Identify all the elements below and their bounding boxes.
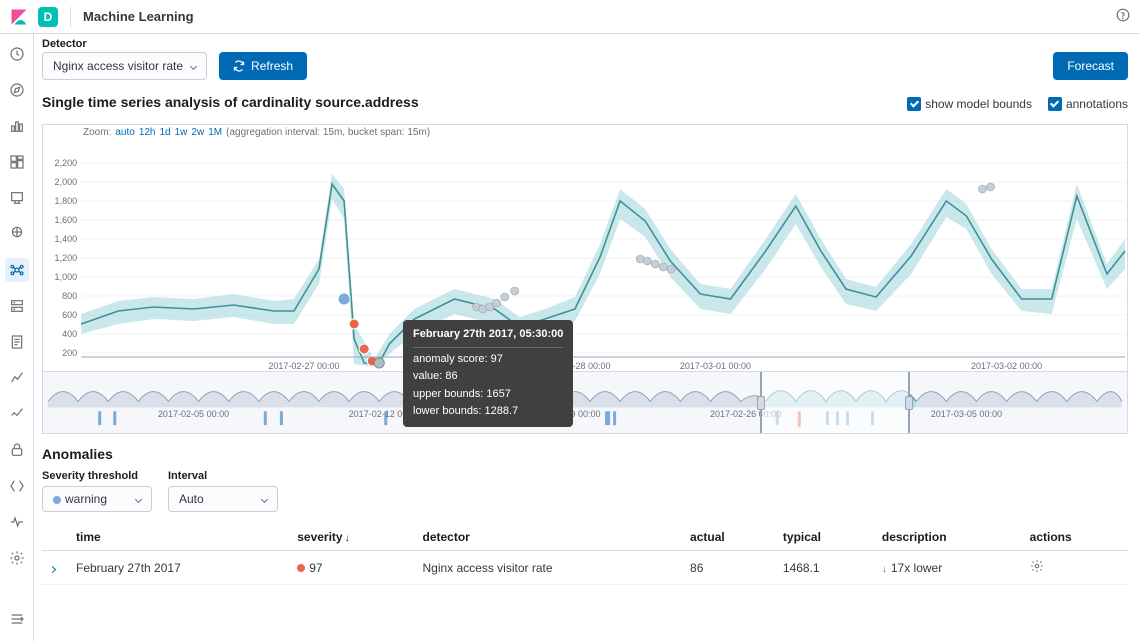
- nav-recently-viewed-icon[interactable]: [5, 42, 29, 66]
- nav-dev-tools-icon[interactable]: [5, 474, 29, 498]
- chevron-down-icon: [261, 495, 268, 502]
- aggregation-info: (aggregation interval: 15m, bucket span:…: [226, 127, 430, 138]
- svg-text:2017-03-05 00:00: 2017-03-05 00:00: [931, 409, 1002, 419]
- swimlane-series: [48, 391, 1122, 408]
- anomaly-point-critical[interactable]: [349, 319, 359, 329]
- context-swimlane[interactable]: 2017-02-05 00:00 2017-02-12 00:00 2017-0…: [42, 372, 1128, 434]
- kibana-logo-icon: [10, 8, 28, 26]
- svg-text:1,600: 1,600: [55, 215, 78, 225]
- nav-management-icon[interactable]: [5, 546, 29, 570]
- anomaly-marker[interactable]: [374, 358, 384, 368]
- zoom-link[interactable]: 12h: [139, 127, 156, 138]
- col-actual[interactable]: actual: [682, 524, 775, 551]
- svg-text:600: 600: [62, 310, 77, 320]
- col-description[interactable]: description: [874, 524, 1022, 551]
- svg-text:2,200: 2,200: [55, 158, 78, 168]
- svg-text:2,000: 2,000: [55, 177, 78, 187]
- x-tick: 2017-03-02 00:00: [971, 361, 1042, 371]
- severity-threshold-select[interactable]: warning: [42, 486, 152, 512]
- anomaly-point-warning[interactable]: [338, 293, 350, 305]
- svg-text:2017-02-05 00:00: 2017-02-05 00:00: [158, 409, 229, 419]
- anomaly-table: time severity↓ detector actual typical d…: [42, 524, 1128, 585]
- detector-label: Detector: [42, 38, 1128, 50]
- interval-select[interactable]: Auto: [168, 486, 278, 512]
- svg-text:400: 400: [62, 329, 77, 339]
- svg-text:1,000: 1,000: [55, 272, 78, 282]
- col-typical[interactable]: typical: [775, 524, 874, 551]
- nav-monitoring-icon[interactable]: [5, 510, 29, 534]
- model-bounds-area: [81, 174, 1125, 367]
- table-row[interactable]: February 27th 2017 97 Nginx access visit…: [42, 551, 1128, 585]
- severity-dot-icon: [297, 564, 305, 572]
- annotations-checkbox[interactable]: annotations: [1048, 97, 1128, 111]
- refresh-button[interactable]: Refresh: [219, 52, 307, 80]
- space-badge[interactable]: D: [38, 7, 58, 27]
- svg-text:1,400: 1,400: [55, 234, 78, 244]
- brush-selection[interactable]: [760, 372, 910, 433]
- chevron-down-icon: [135, 495, 142, 502]
- nav-uptime-icon[interactable]: [5, 402, 29, 426]
- zoom-link[interactable]: 1d: [160, 127, 171, 138]
- nav-maps-icon[interactable]: [5, 222, 29, 246]
- nav-discover-icon[interactable]: [5, 78, 29, 102]
- col-severity[interactable]: severity↓: [289, 524, 414, 551]
- brush-handle-left[interactable]: [757, 396, 765, 410]
- chart-tooltip: February 27th 2017, 05:30:00 anomaly sco…: [403, 320, 573, 427]
- divider: [70, 7, 71, 27]
- chart-title: Single time series analysis of cardinali…: [42, 94, 419, 110]
- interval-label: Interval: [168, 470, 278, 482]
- svg-text:1,800: 1,800: [55, 196, 78, 206]
- nav-machine-learning-icon[interactable]: [5, 258, 29, 282]
- anomaly-point-critical[interactable]: [359, 344, 369, 354]
- svg-text:800: 800: [62, 291, 77, 301]
- show-model-bounds-checkbox[interactable]: show model bounds: [907, 97, 1032, 111]
- svg-text:200: 200: [62, 348, 77, 358]
- col-actions[interactable]: actions: [1022, 524, 1128, 551]
- expand-row-icon[interactable]: [49, 565, 56, 572]
- nav-visualize-icon[interactable]: [5, 114, 29, 138]
- help-icon[interactable]: [1116, 8, 1130, 25]
- time-series-chart[interactable]: Zoom: auto 12h 1d 1w 2w 1M (aggregation …: [42, 124, 1128, 372]
- checkbox-checked-icon: [907, 97, 921, 111]
- nav-infrastructure-icon[interactable]: [5, 294, 29, 318]
- zoom-link[interactable]: 2w: [191, 127, 204, 138]
- sort-desc-icon: ↓: [345, 533, 350, 544]
- nav-dashboard-icon[interactable]: [5, 150, 29, 174]
- zoom-link[interactable]: 1M: [208, 127, 222, 138]
- severity-dot-icon: [53, 496, 61, 504]
- severity-threshold-label: Severity threshold: [42, 470, 152, 482]
- detector-selected: Nginx access visitor rate: [53, 59, 183, 73]
- svg-text:1,200: 1,200: [55, 253, 78, 263]
- page-title: Machine Learning: [83, 9, 194, 24]
- zoom-link[interactable]: auto: [115, 127, 134, 138]
- nav-logs-icon[interactable]: [5, 330, 29, 354]
- forecast-button[interactable]: Forecast: [1053, 52, 1128, 80]
- arrow-down-icon: ↓: [882, 564, 887, 575]
- zoom-label: Zoom:: [83, 127, 111, 138]
- refresh-icon: [233, 60, 245, 72]
- brush-handle-right[interactable]: [905, 396, 913, 410]
- checkbox-checked-icon: [1048, 97, 1062, 111]
- zoom-link[interactable]: 1w: [175, 127, 188, 138]
- x-tick: 2017-03-01 00:00: [680, 361, 751, 371]
- x-tick: 2017-02-27 00:00: [268, 361, 339, 371]
- nav-apm-icon[interactable]: [5, 366, 29, 390]
- nav-collapse-icon[interactable]: [5, 607, 29, 631]
- nav-canvas-icon[interactable]: [5, 186, 29, 210]
- col-time[interactable]: time: [68, 524, 289, 551]
- detector-select[interactable]: Nginx access visitor rate: [42, 52, 207, 80]
- col-detector[interactable]: detector: [414, 524, 682, 551]
- y-axis: 200 400 600 800 1,000 1,200 1,400 1,600 …: [55, 158, 78, 358]
- chevron-down-icon: [190, 62, 197, 69]
- nav-siem-icon[interactable]: [5, 438, 29, 462]
- anomalies-title: Anomalies: [42, 446, 1128, 462]
- row-actions-gear-icon[interactable]: [1030, 559, 1044, 573]
